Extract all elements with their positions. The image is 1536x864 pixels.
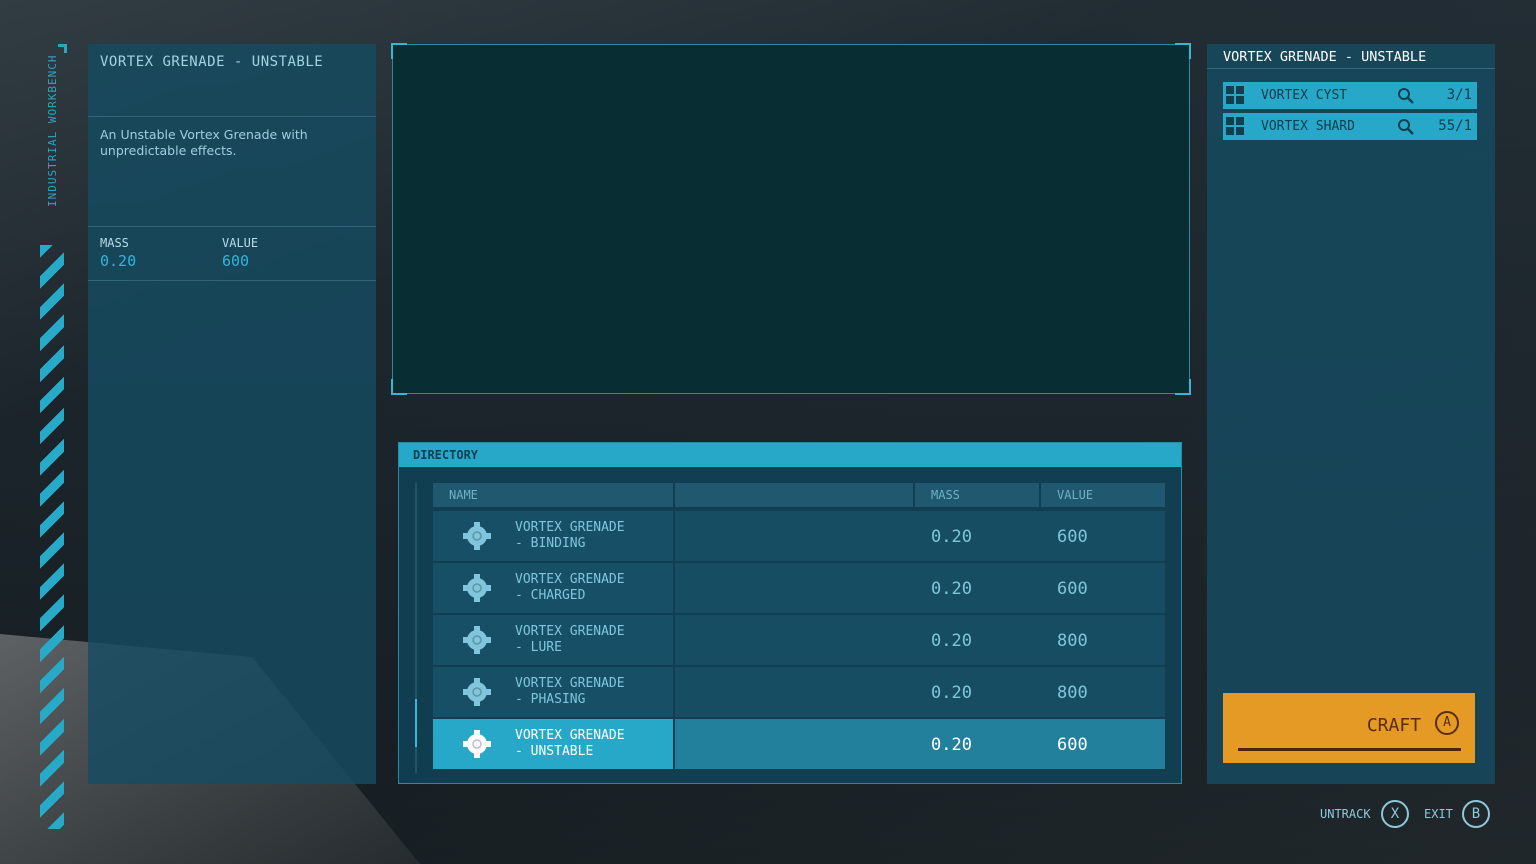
column-header-mass[interactable]: MASS <box>915 483 1039 507</box>
viewport-corner <box>1175 43 1191 59</box>
column-header-name[interactable]: NAME <box>433 483 673 507</box>
row-mass: 0.20 <box>931 735 972 755</box>
row-mass: 0.20 <box>931 579 972 599</box>
divider <box>88 226 376 227</box>
column-header-value-label: VALUE <box>1057 488 1094 502</box>
directory-title: DIRECTORY <box>413 448 479 462</box>
craft-label: CRAFT <box>1366 715 1421 736</box>
search-icon[interactable] <box>1397 87 1415 105</box>
divider <box>88 116 376 117</box>
row-detail-cell <box>675 563 1165 613</box>
row-name: VORTEX GRENADE - CHARGED <box>515 572 625 603</box>
row-detail-cell <box>675 615 1165 665</box>
directory-row[interactable]: VORTEX GRENADE - BINDING 0.20 600 <box>433 511 1165 561</box>
resource-grid-icon <box>1226 117 1245 136</box>
side-corner-marker <box>58 44 67 53</box>
craft-progress-bar <box>1238 748 1461 751</box>
row-name: VORTEX GRENADE - UNSTABLE <box>515 728 625 759</box>
row-name-cell: VORTEX GRENADE - PHASING <box>433 667 673 717</box>
column-header-blank <box>675 483 913 507</box>
grenade-icon <box>463 573 491 603</box>
viewport-corner <box>391 43 407 59</box>
row-name: VORTEX GRENADE - PHASING <box>515 676 625 707</box>
row-name: VORTEX GRENADE - LURE <box>515 624 625 655</box>
column-header-mass-label: MASS <box>931 488 960 502</box>
grenade-icon <box>463 625 491 655</box>
grenade-icon <box>463 729 491 759</box>
workbench-title: INDUSTRIAL WORKBENCH <box>46 54 59 207</box>
search-icon[interactable] <box>1397 118 1415 136</box>
requirements-panel: VORTEX GRENADE - UNSTABLE VORTEX CYST 3/… <box>1207 44 1495 784</box>
viewport-corner <box>1175 379 1191 395</box>
row-detail-cell <box>675 719 1165 769</box>
resource-row[interactable]: VORTEX CYST 3/1 <box>1223 82 1477 109</box>
row-detail-cell <box>675 511 1165 561</box>
directory-row[interactable]: VORTEX GRENADE - CHARGED 0.20 600 <box>433 563 1165 613</box>
value-label: VALUE <box>222 236 259 250</box>
row-mass: 0.20 <box>931 631 972 651</box>
a-button-icon: A <box>1435 711 1459 735</box>
viewport-corner <box>391 379 407 395</box>
directory-row[interactable]: VORTEX GRENADE - UNSTABLE 0.20 600 <box>433 719 1165 769</box>
row-value: 800 <box>1057 631 1088 651</box>
resource-count: 55/1 <box>1438 118 1472 134</box>
untrack-button[interactable]: UNTRACK X <box>1320 799 1410 829</box>
row-value: 600 <box>1057 735 1088 755</box>
exit-label: EXIT <box>1424 807 1453 821</box>
resource-count: 3/1 <box>1446 87 1472 103</box>
b-button-icon: B <box>1462 800 1490 828</box>
item-title: VORTEX GRENADE - UNSTABLE <box>100 54 324 70</box>
row-mass: 0.20 <box>931 527 972 547</box>
exit-button[interactable]: EXIT B <box>1424 799 1492 829</box>
value-value: 600 <box>222 252 250 270</box>
row-name: VORTEX GRENADE - BINDING <box>515 520 625 551</box>
resource-grid-icon <box>1226 86 1245 105</box>
row-name-cell: VORTEX GRENADE - CHARGED <box>433 563 673 613</box>
column-header-value[interactable]: VALUE <box>1041 483 1165 507</box>
item-preview-viewport <box>391 43 1191 395</box>
row-value: 600 <box>1057 527 1088 547</box>
row-detail-cell <box>675 667 1165 717</box>
row-name-cell: VORTEX GRENADE - UNSTABLE <box>433 719 673 769</box>
divider <box>88 280 376 281</box>
resource-row[interactable]: VORTEX SHARD 55/1 <box>1223 113 1477 140</box>
mass-label: MASS <box>100 236 129 250</box>
row-value: 600 <box>1057 579 1088 599</box>
x-button-icon: X <box>1381 800 1409 828</box>
row-mass: 0.20 <box>931 683 972 703</box>
resource-name: VORTEX SHARD <box>1261 119 1355 134</box>
craft-button[interactable]: CRAFT A <box>1223 693 1475 763</box>
mass-value: 0.20 <box>100 252 137 270</box>
column-header-name-label: NAME <box>449 488 478 502</box>
directory-row[interactable]: VORTEX GRENADE - LURE 0.20 800 <box>433 615 1165 665</box>
resource-name: VORTEX CYST <box>1261 88 1348 103</box>
row-name-cell: VORTEX GRENADE - LURE <box>433 615 673 665</box>
directory-scrollbar-thumb[interactable] <box>415 699 417 747</box>
directory-row[interactable]: VORTEX GRENADE - PHASING 0.20 800 <box>433 667 1165 717</box>
grenade-icon <box>463 521 491 551</box>
row-name-cell: VORTEX GRENADE - BINDING <box>433 511 673 561</box>
divider <box>1207 68 1495 69</box>
requirements-title: VORTEX GRENADE - UNSTABLE <box>1223 49 1427 65</box>
item-info-panel: VORTEX GRENADE - UNSTABLE An Unstable Vo… <box>88 44 376 784</box>
grenade-icon <box>463 677 491 707</box>
directory-panel: DIRECTORY NAME MASS VALUE VORTEX GRENADE… <box>398 442 1182 784</box>
row-value: 800 <box>1057 683 1088 703</box>
directory-header: DIRECTORY <box>399 443 1181 467</box>
untrack-label: UNTRACK <box>1320 807 1371 821</box>
hazard-stripes <box>40 245 64 829</box>
item-description: An Unstable Vortex Grenade with unpredic… <box>100 127 308 158</box>
